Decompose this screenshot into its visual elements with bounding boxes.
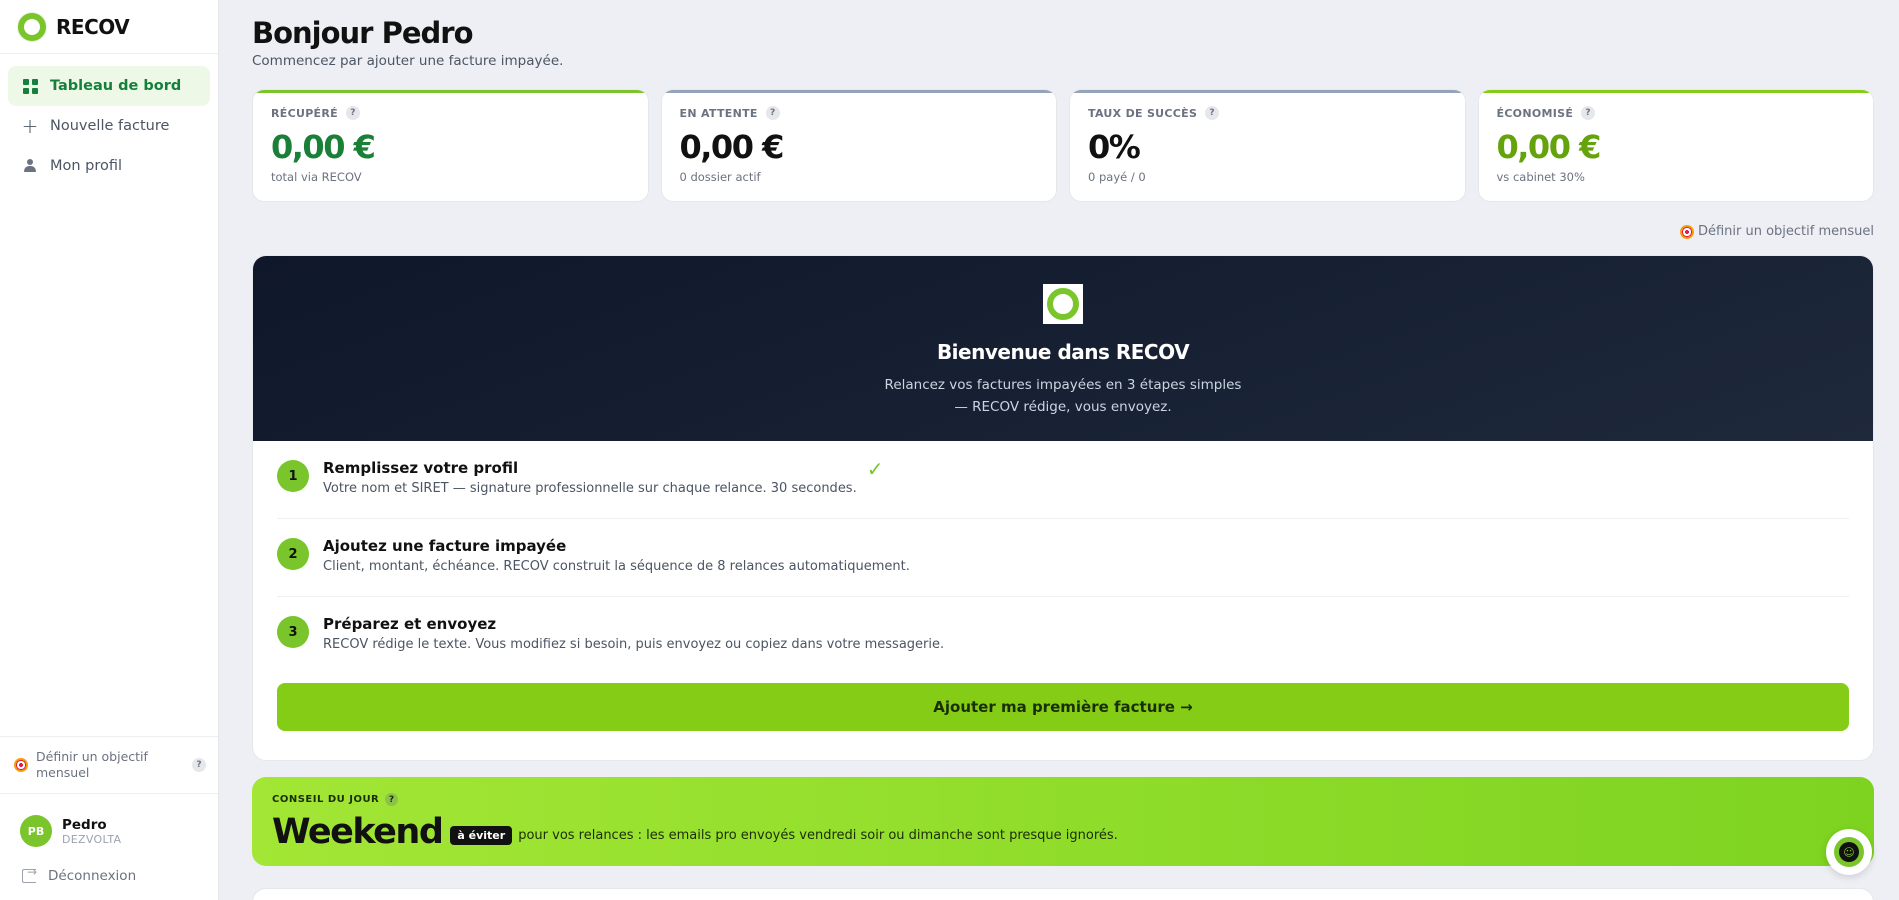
next-card bbox=[252, 888, 1874, 900]
user-profile[interactable]: PB Pedro DEZVOLTA bbox=[20, 815, 121, 847]
avatar: PB bbox=[20, 815, 52, 847]
stat-value: 0,00 € bbox=[1496, 128, 1602, 166]
stats-row: RÉCUPÉRÉ? 0,00 € total via RECOV EN ATTE… bbox=[252, 89, 1874, 202]
main-content: Bonjour Pedro Commencez par ajouter une … bbox=[252, 0, 1874, 866]
help-icon[interactable]: ? bbox=[345, 106, 360, 120]
brand-name: RECOV bbox=[56, 14, 130, 39]
sidebar-goal-link[interactable]: Définir un objectif mensuel ? bbox=[0, 736, 218, 794]
sidebar-goal-label: Définir un objectif mensuel bbox=[36, 749, 148, 780]
help-icon[interactable]: ? bbox=[192, 758, 206, 772]
plus-icon: + bbox=[21, 114, 39, 138]
sidebar-item-dashboard[interactable]: Tableau de bord bbox=[8, 66, 210, 106]
stat-card-saved: ÉCONOMISÉ? 0,00 € vs cabinet 30% bbox=[1477, 89, 1874, 202]
stat-sub: total via RECOV bbox=[271, 170, 362, 184]
help-icon[interactable]: ? bbox=[1581, 106, 1596, 120]
step-description: Client, montant, échéance. RECOV constru… bbox=[323, 559, 910, 574]
welcome-title: Bienvenue dans RECOV bbox=[936, 340, 1190, 364]
set-monthly-goal-link[interactable]: Définir un objectif mensuel bbox=[252, 224, 1874, 239]
add-first-invoice-button[interactable]: Ajouter ma première facture → bbox=[277, 683, 1849, 731]
tip-badge: à éviter bbox=[450, 826, 513, 845]
recov-logo-icon bbox=[18, 12, 46, 41]
target-icon bbox=[1679, 224, 1694, 239]
sidebar-nav: Tableau de bord + Nouvelle facture Mon p… bbox=[0, 54, 218, 186]
step-item[interactable]: 2 Ajoutez une facture impayée Client, mo… bbox=[277, 519, 1849, 597]
logout-button[interactable]: Déconnexion bbox=[22, 865, 137, 884]
sidebar-item-profile[interactable]: Mon profil bbox=[8, 146, 210, 186]
onboarding-steps: 1 Remplissez votre profil Votre nom et S… bbox=[253, 441, 1873, 675]
step-title: Remplissez votre profil bbox=[323, 459, 519, 477]
stat-label: RÉCUPÉRÉ bbox=[271, 106, 338, 120]
chat-assistant-icon: ☺ bbox=[1834, 837, 1864, 867]
step-title: Ajoutez une facture impayée bbox=[323, 537, 567, 555]
stat-label: EN ATTENTE bbox=[679, 106, 758, 120]
step-number: 2 bbox=[277, 538, 309, 570]
stat-card-pending: EN ATTENTE? 0,00 € 0 dossier actif bbox=[660, 89, 1057, 202]
step-title: Préparez et envoyez bbox=[323, 615, 497, 633]
stat-label: ÉCONOMISÉ bbox=[1496, 106, 1574, 120]
logout-label: Déconnexion bbox=[48, 868, 137, 884]
user-icon bbox=[22, 158, 38, 174]
welcome-hero: Bienvenue dans RECOV Relancez vos factur… bbox=[253, 256, 1873, 441]
help-icon[interactable]: ? bbox=[765, 106, 780, 120]
brand[interactable]: RECOV bbox=[0, 0, 218, 54]
welcome-subtitle-line: Relancez vos factures impayées en 3 étap… bbox=[884, 377, 1242, 393]
step-item[interactable]: 1 Remplissez votre profil Votre nom et S… bbox=[277, 441, 1849, 519]
user-name: Pedro bbox=[62, 816, 107, 833]
goal-link-label: Définir un objectif mensuel bbox=[1697, 224, 1874, 239]
user-company: DEZVOLTA bbox=[62, 832, 122, 846]
chat-assistant-button[interactable]: ☺ bbox=[1826, 829, 1872, 875]
checkmark-icon: ✓ bbox=[866, 457, 884, 481]
step-item[interactable]: 3 Préparez et envoyez RECOV rédige le te… bbox=[277, 597, 1849, 675]
step-description: RECOV rédige le texte. Vous modifiez si … bbox=[323, 637, 945, 652]
sidebar-item-label: Mon profil bbox=[50, 158, 123, 174]
welcome-subtitle: Relancez vos factures impayées en 3 étap… bbox=[253, 374, 1873, 418]
sidebar: RECOV Tableau de bord + Nouvelle facture… bbox=[0, 0, 219, 900]
recov-logo-icon bbox=[1043, 284, 1083, 324]
tip-text: pour vos relances : les emails pro envoy… bbox=[518, 828, 1118, 843]
stat-sub: 0 dossier actif bbox=[679, 170, 761, 184]
page-subtitle: Commencez par ajouter une facture impayé… bbox=[252, 53, 564, 69]
help-icon[interactable]: ? bbox=[1205, 106, 1220, 120]
welcome-subtitle-line: — RECOV rédige, vous envoyez. bbox=[954, 399, 1172, 415]
step-number: 1 bbox=[277, 460, 309, 492]
stat-card-recovered: RÉCUPÉRÉ? 0,00 € total via RECOV bbox=[252, 89, 649, 202]
stat-sub: vs cabinet 30% bbox=[1496, 170, 1585, 184]
welcome-card: Bienvenue dans RECOV Relancez vos factur… bbox=[252, 255, 1874, 761]
stat-label: TAUX DE SUCCÈS bbox=[1088, 106, 1198, 120]
page-title: Bonjour Pedro bbox=[252, 16, 474, 50]
help-icon[interactable]: ? bbox=[385, 793, 399, 806]
stat-value: 0,00 € bbox=[679, 128, 785, 166]
sidebar-item-label: Nouvelle facture bbox=[50, 118, 170, 134]
step-description: Votre nom et SIRET — signature professio… bbox=[323, 481, 857, 496]
step-number: 3 bbox=[277, 616, 309, 648]
target-icon bbox=[14, 758, 28, 772]
chat-face-icon: ☺ bbox=[1839, 842, 1859, 862]
stat-sub: 0 payé / 0 bbox=[1088, 170, 1146, 184]
sidebar-item-new-invoice[interactable]: + Nouvelle facture bbox=[8, 106, 210, 146]
logout-icon bbox=[22, 865, 37, 883]
sidebar-item-label: Tableau de bord bbox=[50, 78, 182, 94]
stat-value: 0% bbox=[1088, 128, 1141, 166]
stat-value: 0,00 € bbox=[271, 128, 376, 166]
tip-headline: Weekend bbox=[272, 812, 444, 852]
dashboard-grid-icon bbox=[22, 78, 38, 94]
stat-card-success-rate: TAUX DE SUCCÈS? 0% 0 payé / 0 bbox=[1069, 89, 1466, 202]
tip-label: CONSEIL DU JOUR bbox=[272, 794, 380, 805]
daily-tip-banner: CONSEIL DU JOUR ? Weekend à éviter pour … bbox=[252, 777, 1874, 866]
